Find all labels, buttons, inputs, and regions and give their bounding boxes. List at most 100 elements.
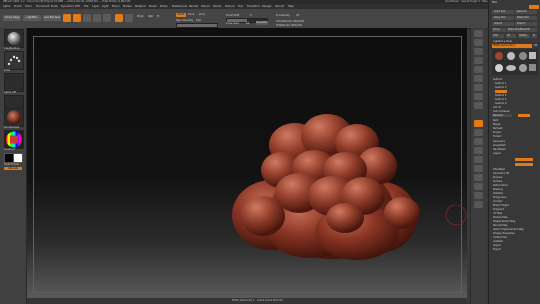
subtool-toggle[interactable] <box>518 114 530 117</box>
section-texture-map[interactable]: Texture Map <box>493 216 508 219</box>
list-all-button[interactable]: List All <box>493 106 501 109</box>
section-geometry[interactable]: Geometry <box>493 140 505 143</box>
section-unified-skin[interactable]: Unified Skin <box>493 236 507 239</box>
zoom-view-button[interactable] <box>474 147 483 154</box>
alternate-button[interactable]: Alternate <box>4 167 22 170</box>
rename-button[interactable]: Rename <box>492 114 512 117</box>
import-button[interactable]: Import <box>492 22 514 26</box>
spix-button[interactable] <box>474 39 483 46</box>
section-contact[interactable]: Contact <box>493 200 502 203</box>
scale-mode-button[interactable] <box>93 14 101 22</box>
section-deformation[interactable]: Deformation <box>493 184 508 187</box>
remesh-button[interactable]: Remesh <box>493 127 503 130</box>
section-initialize[interactable]: Initialize <box>493 240 503 243</box>
focal-sphere-icon[interactable] <box>115 14 123 22</box>
xyz-button[interactable] <box>474 120 483 127</box>
subtool-item-1[interactable]: Subtool 1 <box>495 82 506 85</box>
section-visibility[interactable]: Visibility <box>493 192 503 195</box>
solo-button[interactable] <box>474 192 483 199</box>
canvas-viewport[interactable] <box>27 28 467 298</box>
section-fibermesh[interactable]: FiberMesh <box>493 168 505 171</box>
frame-button[interactable] <box>474 129 483 136</box>
transp-button[interactable] <box>474 174 483 181</box>
rotate-view-button[interactable] <box>474 156 483 163</box>
section-preview[interactable]: Preview <box>493 176 502 179</box>
ghost-button[interactable] <box>474 183 483 190</box>
section-polypaint[interactable]: Polypaint <box>493 208 504 211</box>
dynamic-persp-button[interactable] <box>474 84 483 91</box>
section-surface[interactable]: Surface <box>493 180 502 183</box>
zsub-toggle[interactable]: Zsub <box>188 13 194 16</box>
section-displacement-map[interactable]: Displacement Map <box>493 220 515 223</box>
stroke-thumbnail[interactable] <box>4 51 24 70</box>
rotate-mode-button[interactable] <box>103 14 111 22</box>
xpose-button[interactable] <box>474 201 483 208</box>
auto-collapse-button[interactable]: Auto Collapse <box>493 110 509 113</box>
draw-mode-button[interactable] <box>73 14 81 22</box>
section-polygroups[interactable]: Polygroups <box>493 196 506 199</box>
section-normal-map[interactable]: Normal Map <box>493 224 507 227</box>
edit-mode-button[interactable] <box>63 14 71 22</box>
lightbox-button[interactable]: LightBox <box>23 15 41 21</box>
section-display-properties[interactable]: Display Properties <box>493 232 515 235</box>
aahalf-button[interactable] <box>474 75 483 82</box>
zadd-toggle[interactable]: Zadd <box>176 13 186 17</box>
visible-button[interactable]: Visible <box>518 34 530 38</box>
section-masking[interactable]: Masking <box>493 188 503 191</box>
section-geometry-hd[interactable]: Geometry HD <box>493 172 509 175</box>
subtool-item-6[interactable]: Subtool 6 <box>495 102 506 105</box>
all-button[interactable]: All <box>506 34 516 38</box>
save-as-button[interactable]: Save As <box>515 10 537 14</box>
zoom-button[interactable] <box>474 57 483 64</box>
lightbox-tools-label[interactable]: Lightbox ▸ Tools <box>493 40 512 43</box>
switch-color-label[interactable]: SwitchColor <box>4 163 19 166</box>
project-button[interactable]: Project <box>493 131 501 134</box>
section-layers[interactable]: Layers <box>493 152 501 155</box>
move-mode-button[interactable] <box>83 14 91 22</box>
dynamic-toggle[interactable]: Dynamic <box>256 21 268 25</box>
section-uv-map[interactable]: UV Map <box>493 212 502 215</box>
color-picker[interactable] <box>4 130 24 149</box>
live-boolean-button[interactable]: Live Boolean <box>43 15 61 21</box>
subtool-item-3-active[interactable] <box>495 90 507 93</box>
subtool-item-4[interactable]: Subtool 4 <box>495 94 506 97</box>
split-button[interactable]: Split <box>493 119 498 122</box>
extract-button[interactable]: Extract <box>493 135 502 138</box>
actual-button[interactable] <box>474 66 483 73</box>
export-button[interactable]: Export <box>515 22 537 26</box>
section-nanomesh[interactable]: NanoMesh <box>493 148 506 151</box>
floor-button[interactable] <box>474 93 483 100</box>
rgb-toggle[interactable]: Rgb <box>148 15 153 18</box>
secondary-color-swatch[interactable] <box>13 153 23 163</box>
alpha-thumbnail[interactable] <box>4 73 24 92</box>
m-toggle[interactable]: M <box>157 15 159 18</box>
geometry-divide-button[interactable] <box>515 158 533 161</box>
goz-button[interactable]: GoZ <box>492 34 504 38</box>
merge-button[interactable]: Merge <box>493 123 500 126</box>
geometry-smooth-toggle[interactable] <box>515 163 533 166</box>
mrgb-toggle[interactable]: Mrgb <box>137 15 144 18</box>
subtool-item-5[interactable]: Subtool 5 <box>495 98 506 101</box>
move-view-button[interactable] <box>474 138 483 145</box>
clone-button[interactable]: Clone <box>492 28 506 32</box>
zcut-toggle[interactable]: Zcut <box>199 13 205 16</box>
bpr-render-button[interactable] <box>474 30 483 37</box>
r-button[interactable]: R <box>532 34 537 38</box>
section-export[interactable]: Export <box>493 248 501 251</box>
home-page-button[interactable]: Home Page <box>3 15 21 21</box>
current-tool-slider[interactable]: PM3D_Sphere3D_1 <box>492 44 532 48</box>
line-fill-button[interactable] <box>474 165 483 172</box>
section-import[interactable]: Import <box>493 244 501 247</box>
paste-tool-button[interactable]: Paste Tool <box>515 16 537 20</box>
material-thumbnail[interactable] <box>4 108 24 127</box>
section-vector-displacement-map[interactable]: Vector Displacement Map <box>493 228 524 231</box>
copy-tool-button[interactable]: Copy Tool <box>492 16 514 20</box>
make-polymesh-button[interactable]: Make PolyMesh3D <box>507 28 537 32</box>
subtool-item-2[interactable]: Subtool 2 <box>495 86 506 89</box>
local-button[interactable] <box>474 102 483 109</box>
section-morph-target[interactable]: Morph Target <box>493 204 509 207</box>
scroll-button[interactable] <box>474 48 483 55</box>
section-subtool[interactable]: Subtool <box>493 78 502 81</box>
stroke-preview-icon[interactable] <box>125 14 133 22</box>
brush-thumbnail[interactable] <box>4 29 24 48</box>
